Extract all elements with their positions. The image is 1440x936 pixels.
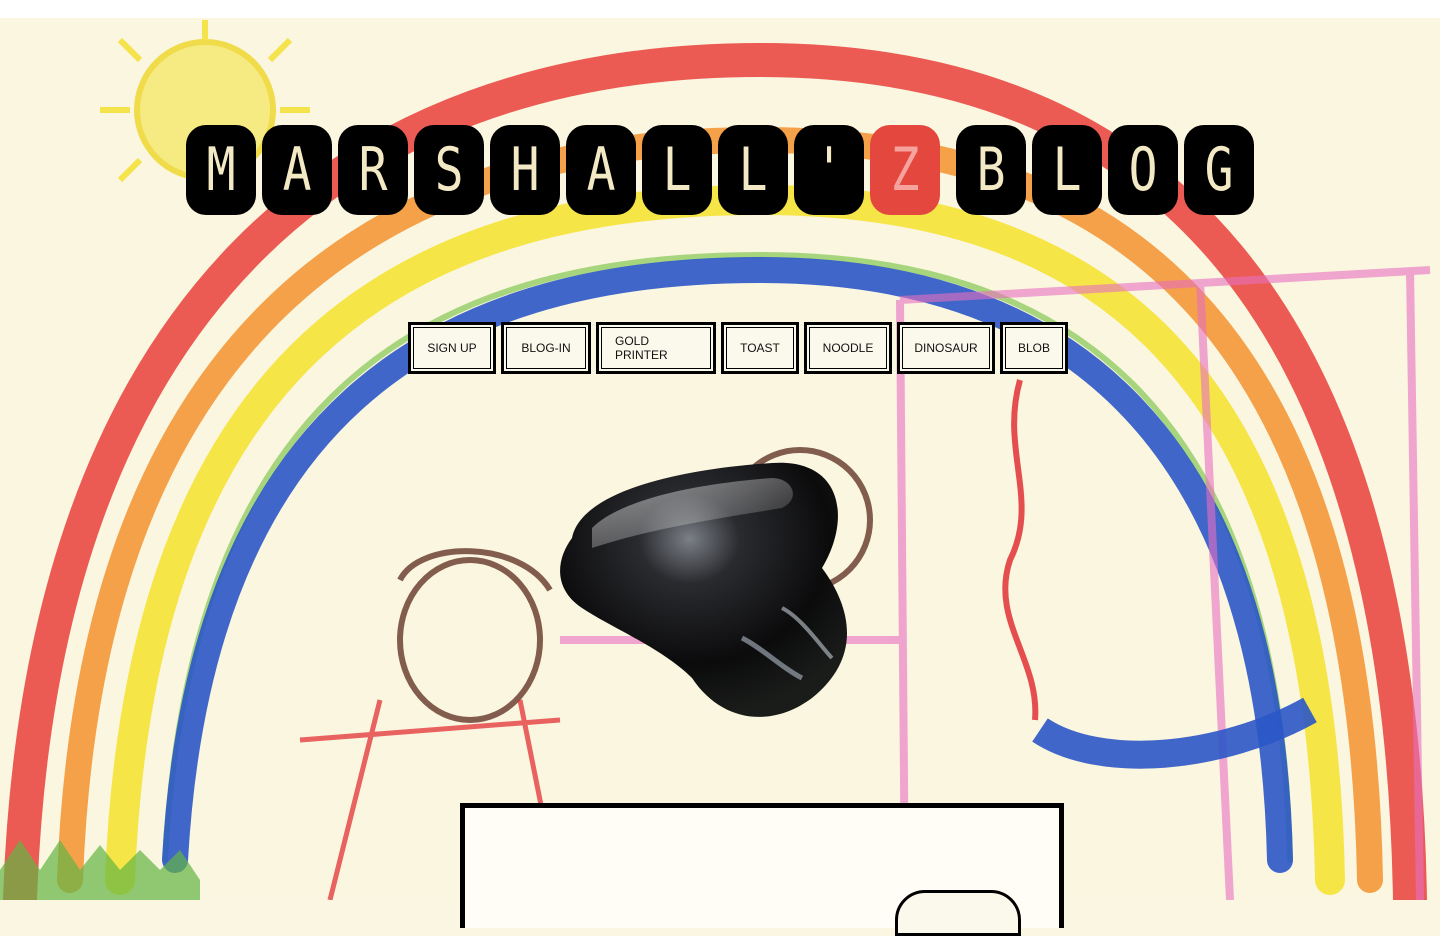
title-letter-tile: A: [566, 125, 636, 215]
title-letter: H: [510, 135, 540, 205]
main-nav: SIGN UP BLOG-IN GOLD PRINTER TOAST NOODL…: [408, 322, 1068, 374]
title-letter-tile: L: [1032, 125, 1102, 215]
title-letter: L: [738, 135, 768, 205]
nav-noodle-button[interactable]: NOODLE: [804, 322, 892, 374]
title-letter-tile: H: [490, 125, 560, 215]
title-letter-tile: A: [262, 125, 332, 215]
title-letter: M: [206, 135, 236, 205]
nav-blob-button[interactable]: BLOB: [1000, 322, 1068, 374]
title-letter-tile: M: [186, 125, 256, 215]
black-blob-image: [560, 462, 847, 717]
title-letter: R: [358, 135, 388, 205]
nav-gold-printer-button[interactable]: GOLD PRINTER: [596, 322, 716, 374]
title-letter: A: [586, 135, 616, 205]
nav-sign-up-button[interactable]: SIGN UP: [408, 322, 496, 374]
title-letter-tile: L: [718, 125, 788, 215]
title-letter: A: [282, 135, 312, 205]
title-letter: O: [1128, 135, 1158, 205]
title-letter-tile: B: [956, 125, 1026, 215]
title-letter-tile: S: [414, 125, 484, 215]
title-letter-tile: O: [1108, 125, 1178, 215]
title-letter: S: [434, 135, 464, 205]
nav-toast-button[interactable]: TOAST: [721, 322, 799, 374]
title-letter: ': [814, 135, 844, 205]
title-letter-tile: G: [1184, 125, 1254, 215]
site-title: M A R S H A L L ' Z B L O G: [186, 125, 1254, 215]
nav-blog-in-button[interactable]: BLOG-IN: [501, 322, 591, 374]
content-knob: [895, 890, 1021, 936]
title-letter-tile: ': [794, 125, 864, 215]
nav-dinosaur-button[interactable]: DINOSAUR: [897, 322, 995, 374]
title-letter: L: [1052, 135, 1082, 205]
title-letter-tile: L: [642, 125, 712, 215]
title-letter: Z: [890, 135, 920, 205]
title-letter-tile: Z: [870, 125, 940, 215]
blog-content-box: [460, 803, 1064, 936]
title-letter-tile: R: [338, 125, 408, 215]
title-letter: G: [1204, 135, 1234, 205]
title-letter: B: [976, 135, 1006, 205]
title-space: [946, 125, 950, 215]
title-letter: L: [662, 135, 692, 205]
